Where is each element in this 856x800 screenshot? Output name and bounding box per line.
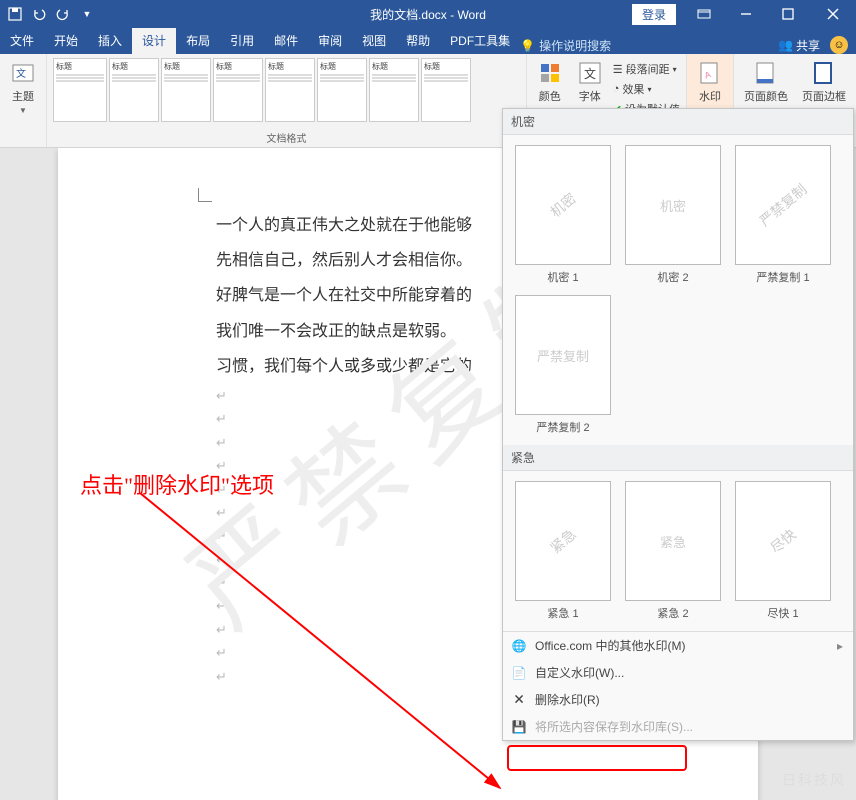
- tab-file[interactable]: 文件: [0, 27, 44, 54]
- tab-view[interactable]: 视图: [352, 27, 396, 54]
- watermark-label: 严禁复制 2: [536, 419, 589, 435]
- chevron-right-icon: ▸: [837, 639, 843, 653]
- spacing-icon: ☰: [613, 63, 623, 76]
- watermark-option[interactable]: 机密机密 2: [623, 145, 723, 285]
- title-bar: ▼ 我的文档.docx - Word 登录: [0, 0, 856, 28]
- watermark-label: 机密 1: [547, 269, 578, 285]
- ribbon-display-icon[interactable]: [684, 0, 724, 28]
- colors-label: 颜色: [539, 88, 561, 104]
- remove-icon: 🗙: [511, 692, 527, 708]
- custom-watermark[interactable]: 📄自定义水印(W)...: [503, 659, 853, 686]
- style-thumb[interactable]: 标题: [265, 58, 315, 122]
- tab-pdf[interactable]: PDF工具集: [440, 27, 520, 54]
- share-button[interactable]: 👥共享: [778, 37, 820, 54]
- watermark-label: 紧急 1: [547, 605, 578, 621]
- tab-design[interactable]: 设计: [132, 27, 176, 54]
- dropdown-arrow-icon: ▼: [19, 106, 27, 115]
- close-icon[interactable]: [810, 0, 856, 28]
- style-thumb[interactable]: 标题: [109, 58, 159, 122]
- fonts-icon: 文: [577, 60, 603, 86]
- tab-help[interactable]: 帮助: [396, 27, 440, 54]
- tab-home[interactable]: 开始: [44, 27, 88, 54]
- save-icon[interactable]: [4, 3, 26, 25]
- watermark-label: 紧急 2: [657, 605, 688, 621]
- style-thumb[interactable]: 标题: [213, 58, 263, 122]
- page-color-icon: [753, 60, 779, 86]
- tab-references[interactable]: 引用: [220, 27, 264, 54]
- ribbon-tabs: 文件 开始 插入 设计 布局 引用 邮件 审阅 视图 帮助 PDF工具集 💡 操…: [0, 28, 856, 54]
- tab-layout[interactable]: 布局: [176, 27, 220, 54]
- qat-customize-icon[interactable]: ▼: [76, 3, 98, 25]
- remove-watermark[interactable]: 🗙删除水印(R): [503, 686, 853, 713]
- watermark-option[interactable]: 严禁复制严禁复制 2: [513, 295, 613, 435]
- page-color-label: 页面颜色: [744, 88, 788, 104]
- watermark-grid-urgent: 紧急紧急 1 紧急紧急 2 尽快尽快 1: [503, 471, 853, 631]
- page-border-button[interactable]: 页面边框: [798, 58, 850, 106]
- quick-access-toolbar: ▼: [0, 3, 102, 25]
- annotation-text: 点击"删除水印"选项: [80, 468, 274, 500]
- style-thumb[interactable]: 标题: [161, 58, 211, 122]
- themes-icon: 文: [10, 60, 36, 86]
- watermark-option[interactable]: 紧急紧急 2: [623, 481, 723, 621]
- watermark-grid-confidential: 机密机密 1 机密机密 2 严禁复制严禁复制 1 严禁复制严禁复制 2: [503, 135, 853, 445]
- feedback-smiley-icon[interactable]: ☺: [830, 36, 848, 54]
- watermark-option[interactable]: 机密机密 1: [513, 145, 613, 285]
- dropdown-section-urgent: 紧急: [503, 445, 853, 471]
- style-thumb[interactable]: 标题: [53, 58, 107, 122]
- tell-me-search[interactable]: 💡 操作说明搜索: [520, 37, 611, 54]
- watermark-option[interactable]: 尽快尽快 1: [733, 481, 833, 621]
- watermark-label: 尽快 1: [767, 605, 798, 621]
- page-border-icon: [811, 60, 837, 86]
- custom-icon: 📄: [511, 665, 527, 681]
- dropdown-section-confidential: 机密: [503, 109, 853, 135]
- themes-label: 主题: [12, 88, 34, 104]
- source-watermark: 日科技风: [782, 770, 846, 790]
- effects-button[interactable]: ◔效果▾: [613, 80, 680, 98]
- fonts-label: 字体: [579, 88, 601, 104]
- office-icon: 🌐: [511, 638, 527, 654]
- effects-icon: ◔: [613, 83, 620, 95]
- tell-me-label: 操作说明搜索: [539, 37, 611, 54]
- share-icon: 👥: [778, 38, 793, 52]
- style-thumb[interactable]: 标题: [317, 58, 367, 122]
- login-button[interactable]: 登录: [632, 4, 676, 25]
- watermark-option[interactable]: 紧急紧急 1: [513, 481, 613, 621]
- colors-icon: [537, 60, 563, 86]
- watermark-dropdown: 机密 机密机密 1 机密机密 2 严禁复制严禁复制 1 严禁复制严禁复制 2 紧…: [502, 108, 854, 741]
- save-to-gallery: 💾将所选内容保存到水印库(S)...: [503, 713, 853, 740]
- share-label: 共享: [796, 37, 820, 54]
- tab-review[interactable]: 审阅: [308, 27, 352, 54]
- style-thumb[interactable]: 标题: [369, 58, 419, 122]
- more-office-watermarks[interactable]: 🌐Office.com 中的其他水印(M)▸: [503, 632, 853, 659]
- margin-corner-mark: [198, 188, 212, 202]
- tab-insert[interactable]: 插入: [88, 27, 132, 54]
- watermark-option[interactable]: 严禁复制严禁复制 1: [733, 145, 833, 285]
- page-color-button[interactable]: 页面颜色: [740, 58, 792, 106]
- undo-icon[interactable]: [28, 3, 50, 25]
- page-border-label: 页面边框: [802, 88, 846, 104]
- bulb-icon: 💡: [520, 39, 535, 53]
- watermark-label: 机密 2: [657, 269, 688, 285]
- group-label-doc-format: 文档格式: [53, 128, 520, 145]
- watermark-label: 严禁复制 1: [756, 269, 809, 285]
- svg-text:文: 文: [16, 67, 26, 80]
- redo-icon[interactable]: [52, 3, 74, 25]
- watermark-icon: A: [697, 60, 723, 86]
- minimize-icon[interactable]: [726, 0, 766, 28]
- style-gallery[interactable]: 标题 标题 标题 标题 标题 标题 标题 标题: [53, 58, 520, 126]
- themes-button[interactable]: 文 主题 ▼: [6, 58, 40, 117]
- tab-mailings[interactable]: 邮件: [264, 27, 308, 54]
- save-gallery-icon: 💾: [511, 719, 527, 735]
- window-controls: 登录: [632, 0, 856, 28]
- document-title: 我的文档.docx - Word: [370, 6, 486, 23]
- para-spacing-button[interactable]: ☰段落间距▾: [613, 60, 680, 78]
- svg-text:文: 文: [584, 66, 596, 81]
- maximize-icon[interactable]: [768, 0, 808, 28]
- dropdown-menu: 🌐Office.com 中的其他水印(M)▸ 📄自定义水印(W)... 🗙删除水…: [503, 631, 853, 740]
- watermark-label: 水印: [699, 88, 721, 104]
- style-thumb[interactable]: 标题: [421, 58, 471, 122]
